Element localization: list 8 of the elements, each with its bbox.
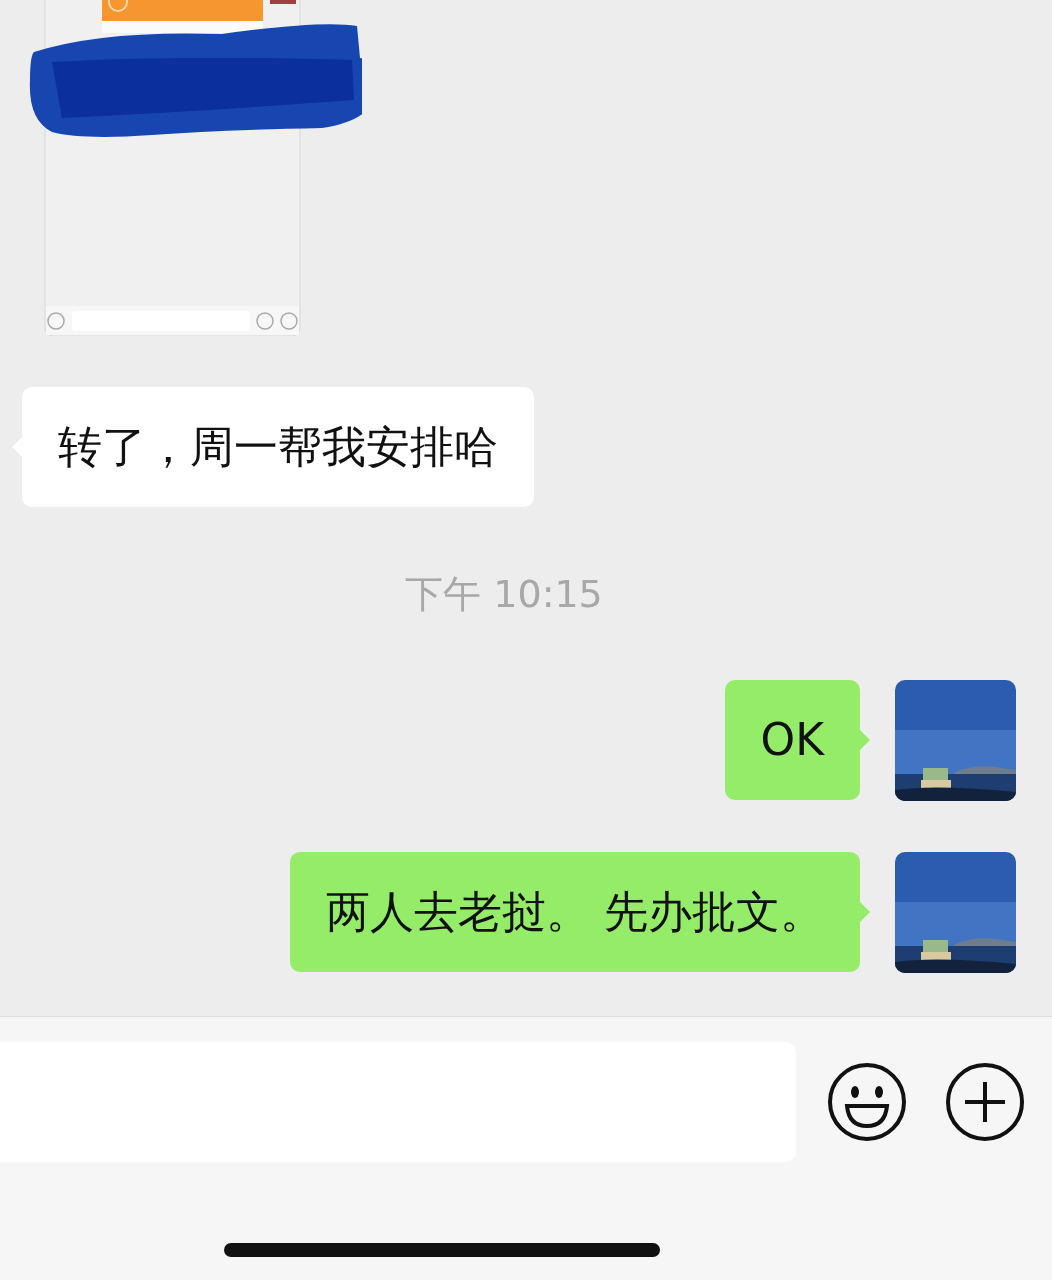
bubble-tail: [860, 730, 870, 750]
timestamp: 下午 10:15: [405, 571, 603, 618]
plus-icon[interactable]: [945, 1062, 1025, 1142]
emoji-icon[interactable]: [827, 1062, 907, 1142]
message-bubble: 转了，周一帮我安排哈: [22, 387, 534, 507]
message-bubble: 两人去老挝。 先办批文。: [290, 852, 860, 972]
message-bubble: OK: [724, 680, 860, 800]
bubble-tail: [860, 902, 870, 922]
